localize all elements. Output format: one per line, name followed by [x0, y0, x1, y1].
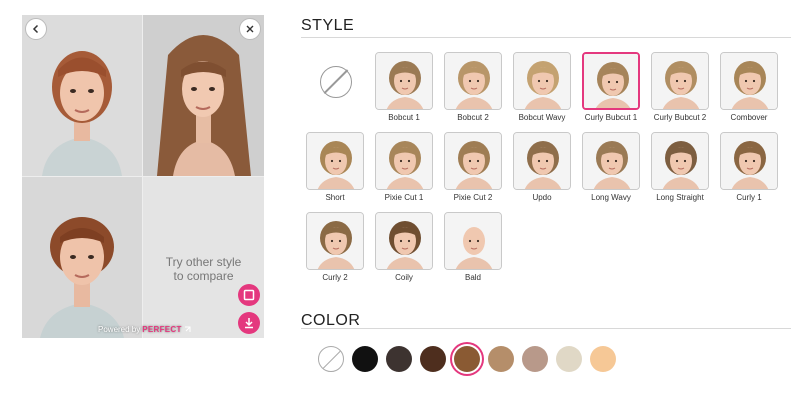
color-swatch-platinum[interactable] [556, 346, 582, 372]
style-thumbnail [375, 52, 433, 110]
color-swatch-none[interactable] [318, 346, 344, 372]
style-label: Long Wavy [591, 193, 631, 202]
style-option-short[interactable]: Short [306, 132, 364, 202]
style-option-bald[interactable]: Bald [444, 212, 502, 282]
style-option-curly-bubcut-2[interactable]: Curly Bubcut 2 [651, 52, 709, 122]
style-grid: Bobcut 1 Bobcut 2 Bobcut Wavy Curly Bubcut … [306, 52, 786, 292]
style-label: Bald [464, 273, 481, 282]
style-divider [301, 37, 791, 38]
style-section-title: STYLE [301, 17, 355, 34]
style-label: Short [325, 193, 345, 202]
style-thumbnail [651, 132, 709, 190]
download-icon [245, 318, 253, 329]
style-label: Combover [730, 113, 768, 122]
style-option-pixie-cut-1[interactable]: Pixie Cut 1 [375, 132, 433, 202]
portrait-updo [22, 177, 142, 338]
style-thumbnail [651, 52, 709, 110]
powered-by-brand: PERFECT [142, 325, 182, 334]
compare-slot-3[interactable] [22, 177, 142, 338]
back-button[interactable] [25, 18, 47, 40]
style-option-long-wavy[interactable]: Long Wavy [582, 132, 640, 202]
color-divider [301, 328, 791, 329]
style-option-bobcut-1[interactable]: Bobcut 1 [375, 52, 433, 122]
style-option-curly-bubcut-1[interactable]: Curly Bubcut 1 [582, 52, 640, 122]
color-swatch-black[interactable] [352, 346, 378, 372]
style-label: Curly 1 [736, 193, 762, 202]
style-label: Long Straight [656, 193, 704, 202]
style-option-bobcut-2[interactable]: Bobcut 2 [444, 52, 502, 122]
style-option-updo[interactable]: Updo [513, 132, 571, 202]
style-thumbnail [444, 132, 502, 190]
color-swatch-blonde[interactable] [590, 346, 616, 372]
compare-panel: Try other style to compare Powered by PE… [22, 15, 264, 338]
style-label: Pixie Cut 2 [453, 193, 493, 202]
style-label: Curly Bubcut 2 [653, 113, 707, 122]
style-option-combover[interactable]: Combover [720, 52, 778, 122]
style-label: Bobcut Wavy [518, 113, 566, 122]
powered-by[interactable]: Powered by PERFECT [98, 325, 191, 334]
style-label: Curly Bubcut 1 [584, 113, 638, 122]
style-thumbnail [513, 132, 571, 190]
style-label: Updo [532, 193, 552, 202]
style-thumbnail [720, 52, 778, 110]
style-thumbnail [444, 212, 502, 270]
style-label: Coily [395, 273, 413, 282]
style-option-bobcut-wavy[interactable]: Bobcut Wavy [513, 52, 571, 122]
style-thumbnail [306, 132, 364, 190]
style-thumbnail [375, 132, 433, 190]
external-link-icon [184, 326, 191, 332]
style-thumbnail [375, 212, 433, 270]
style-label: Pixie Cut 1 [384, 193, 424, 202]
close-button[interactable] [239, 18, 261, 40]
close-icon [246, 25, 254, 33]
style-option-pixie-cut-2[interactable]: Pixie Cut 2 [444, 132, 502, 202]
style-label: Bobcut 2 [457, 113, 489, 122]
download-button[interactable] [238, 312, 260, 334]
style-thumbnail [582, 132, 640, 190]
style-option-long-straight[interactable]: Long Straight [651, 132, 709, 202]
chevron-left-icon [32, 24, 39, 34]
color-swatch-ash-brown[interactable] [522, 346, 548, 372]
style-label: Curly 2 [322, 273, 348, 282]
compare-empty-slot[interactable]: Try other style to compare [143, 177, 264, 338]
style-option-coily[interactable]: Coily [375, 212, 433, 282]
style-thumbnail [513, 52, 571, 110]
compare-toggle-button[interactable] [238, 284, 260, 306]
no-style-icon [320, 66, 352, 98]
color-swatch-light-brown[interactable] [488, 346, 514, 372]
square-icon [243, 289, 255, 301]
color-swatch-brown[interactable] [420, 346, 446, 372]
compare-hint-line2: to compare [173, 269, 234, 283]
powered-by-prefix: Powered by [98, 325, 141, 334]
compare-hint: Try other style to compare [143, 255, 264, 283]
style-thumbnail [306, 212, 364, 270]
color-swatch-medium-brown[interactable] [454, 346, 480, 372]
style-option-curly-1[interactable]: Curly 1 [720, 132, 778, 202]
compare-hint-line1: Try other style [165, 255, 242, 269]
hairstyle-app: Try other style to compare Powered by PE… [0, 0, 799, 398]
color-swatch-dark-brown[interactable] [386, 346, 412, 372]
style-label: Bobcut 1 [388, 113, 420, 122]
style-option-curly-2[interactable]: Curly 2 [306, 212, 364, 282]
style-thumbnail [582, 52, 640, 110]
style-thumbnail [444, 52, 502, 110]
style-thumbnail [720, 132, 778, 190]
